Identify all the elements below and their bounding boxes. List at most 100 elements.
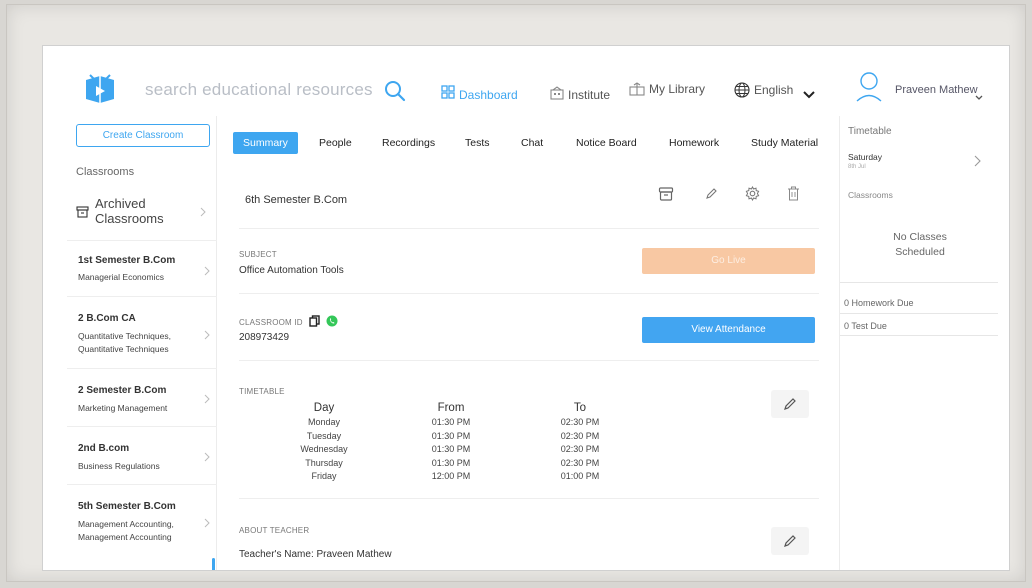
dashboard-icon [441,85,455,99]
edit-about-teacher-button[interactable] [771,527,809,555]
table-header: Day [313,402,335,414]
table-cell: 02:30 PM [560,417,600,427]
timetable-sidepanel: Timetable Saturday 8th Jul Classrooms No… [839,116,1009,570]
search-icon[interactable] [384,80,406,102]
go-live-button[interactable]: Go Live [642,248,815,274]
tab-tests[interactable]: Tests [465,132,490,154]
library-icon [629,82,645,96]
classroom-id-label: CLASSROOM ID [239,318,303,327]
divider [239,228,819,229]
timetable-to-column: To 02:30 PM 02:30 PM 02:30 PM 02:30 PM 0… [530,401,630,484]
chevron-down-icon[interactable] [975,88,983,106]
settings-gear-icon[interactable] [745,185,760,206]
homework-due: 0 Homework Due [844,298,914,308]
sidebar-heading: Classrooms [76,166,135,178]
timetable-label: TIMETABLE [239,387,285,396]
list-item[interactable]: 2 B.Com CA Quantitative Techniques, Quan… [67,296,217,368]
list-item[interactable]: 2 Semester B.Com Marketing Management [67,368,217,426]
globe-icon [734,82,750,98]
tab-study-material[interactable]: Study Material [751,132,818,154]
institute-icon [550,86,564,100]
tab-summary[interactable]: Summary [233,132,298,154]
classroom-id-value: 208973429 [239,332,290,343]
classroom-summary-panel: Summary People Recordings Tests Chat Not… [219,116,839,570]
tab-notice-board[interactable]: Notice Board [576,132,637,154]
divider [239,293,819,294]
create-classroom-button[interactable]: Create Classroom [76,124,210,147]
language-selector[interactable]: English [734,82,793,98]
tab-people[interactable]: People [319,132,352,154]
timetable-day-column: Day Monday Tuesday Wednesday Thursday Fr… [274,401,374,484]
classroom-subject: Management Accounting [78,532,172,542]
classroom-title: 2nd B.com [78,443,130,454]
list-item[interactable]: 1st Semester B.Com Managerial Economics [67,240,217,296]
whatsapp-share-icon[interactable] [326,314,338,332]
classroom-title: 5th Semester B.Com [78,501,176,512]
table-cell: 01:30 PM [431,417,471,427]
table-cell: Thursday [305,457,343,468]
classroom-title: 6th Semester B.Com [245,194,348,206]
no-classes-line2: Scheduled [895,246,945,258]
timetable-from-column: From 01:30 PM 01:30 PM 01:30 PM 01:30 PM… [401,401,501,484]
archived-label-line1: Archived [95,196,146,211]
list-item[interactable]: 5th Semester B.Com Management Accounting… [67,484,217,556]
no-classes-line1: No Classes [893,231,947,243]
table-cell: 02:30 PM [560,430,600,441]
subject-value: Office Automation Tools [239,265,344,276]
classroom-sidebar: Create Classroom Classrooms Archived Cla… [67,116,217,570]
app-logo-icon[interactable] [83,72,117,106]
table-cell: 01:30 PM [431,457,471,468]
app-window: search educational resources Dashboard I… [42,45,1010,571]
archive-icon [76,205,89,223]
archive-icon[interactable] [658,186,674,207]
tab-recordings[interactable]: Recordings [382,132,435,154]
edit-icon [784,398,796,410]
table-cell: 02:30 PM [560,457,600,468]
chevron-right-icon [204,263,210,281]
tab-homework[interactable]: Homework [669,132,719,154]
nav-institute[interactable]: Institute [550,84,610,102]
classrooms-label: Classrooms [848,190,893,200]
chevron-right-icon [204,515,210,533]
table-cell: Wednesday [300,444,348,454]
chevron-right-icon [204,391,210,409]
nav-dashboard[interactable]: Dashboard [441,82,518,102]
no-classes-message: No Classes Scheduled [870,230,970,260]
top-bar: search educational resources Dashboard I… [43,46,1009,114]
table-cell: Friday [311,471,337,481]
archived-classrooms-item[interactable]: Archived Classrooms [76,196,216,230]
test-due: 0 Test Due [844,321,887,331]
edit-timetable-button[interactable] [771,390,809,418]
user-name[interactable]: Praveen Mathew [895,84,978,96]
trash-icon[interactable] [787,186,800,206]
table-cell: Monday [307,417,341,427]
tab-chat[interactable]: Chat [521,132,543,154]
archived-label-line2: Classrooms [95,211,164,226]
language-label: English [754,83,794,97]
classroom-subject: Quantitative Techniques, [78,331,171,341]
sidebar-scrollbar[interactable] [212,558,215,570]
classroom-subject: Marketing Management [78,403,168,413]
chevron-right-icon[interactable] [974,154,981,172]
search-input[interactable]: search educational resources [145,80,373,100]
nav-institute-label: Institute [568,88,611,102]
divider [239,498,819,499]
table-header: From [437,402,465,414]
list-item[interactable]: 2nd B.com Business Regulations [67,426,217,484]
copy-icon[interactable] [309,314,320,332]
table-header: To [573,402,587,414]
chevron-down-icon[interactable] [803,86,815,104]
avatar[interactable] [855,72,883,107]
nav-my-library[interactable]: My Library [629,82,705,96]
divider [840,282,998,283]
view-attendance-button[interactable]: View Attendance [642,317,815,343]
classroom-title: 2 B.Com CA [78,313,136,324]
about-teacher-label: ABOUT TEACHER [239,526,310,535]
table-cell: 01:30 PM [431,430,471,441]
divider [840,313,998,314]
screen-frame: search educational resources Dashboard I… [6,4,1026,582]
edit-icon[interactable] [705,187,718,205]
divider [840,335,998,336]
table-cell: 12:00 PM [431,471,471,481]
divider [239,360,819,361]
